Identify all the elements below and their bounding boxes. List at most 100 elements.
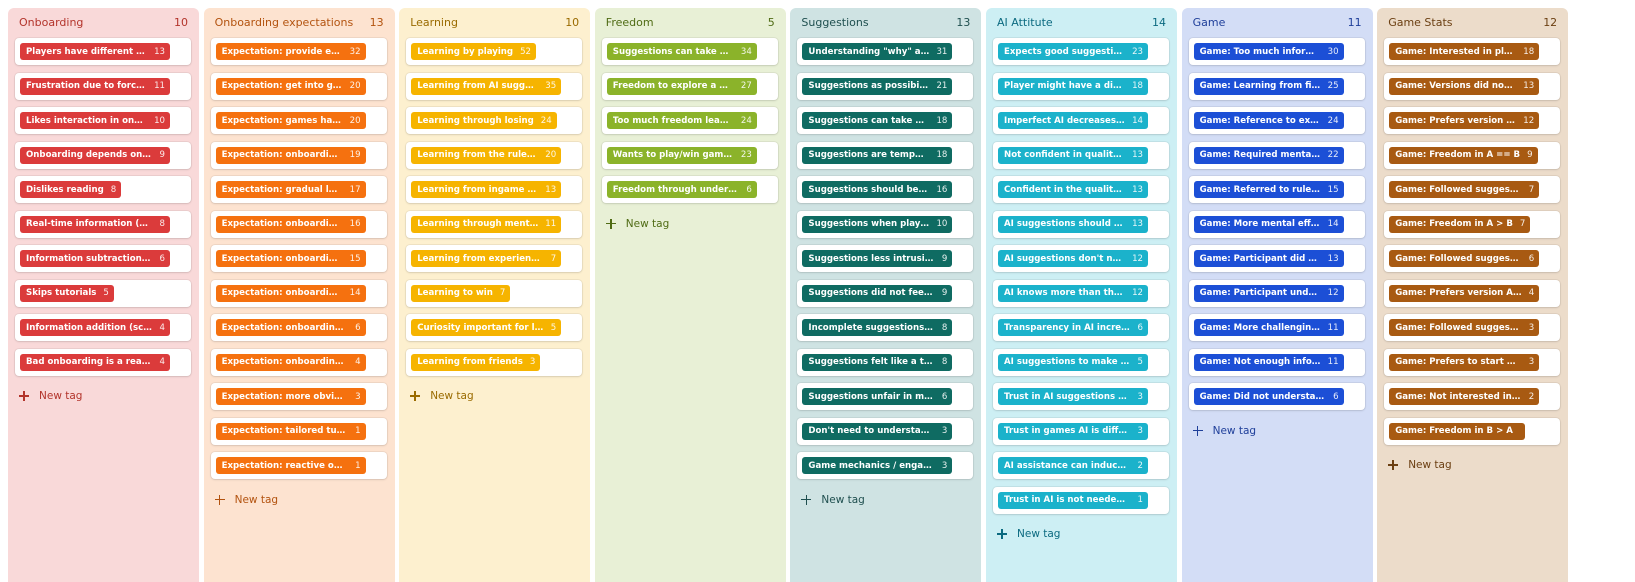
tag-pill[interactable]: Curiosity important for learning 5 (411, 319, 562, 336)
tag-card[interactable]: Trust in AI is not needed in onb... 1 (993, 486, 1169, 514)
new-tag-button[interactable]: New tag (801, 492, 865, 508)
tag-card[interactable]: Game: More mental effort wit... 14 (1188, 210, 1365, 238)
tag-card[interactable]: Game: Not interested in playing... 2 (1384, 383, 1561, 410)
tag-card[interactable]: Expectation: more obvious sugg... 3 (210, 383, 387, 410)
column-title[interactable]: Game (1193, 16, 1226, 29)
tag-pill[interactable]: Game mechanics / engagement ... 3 (802, 457, 953, 474)
tag-pill[interactable]: Game: Prefers version B > A 12 (1389, 112, 1540, 129)
tag-pill[interactable]: AI knows more than the player 12 (998, 284, 1148, 302)
tag-card[interactable]: Learning to win 7 (406, 279, 583, 307)
tag-card[interactable]: Learning from AI suggestions 35 (406, 72, 583, 100)
tag-card[interactable]: Suggestions less intrusive than f... 9 (797, 245, 974, 272)
tag-card[interactable]: Confident in the quality of AI s... 13 (993, 176, 1169, 203)
tag-pill[interactable]: Player might have a different s... 18 (998, 77, 1148, 95)
tag-card[interactable]: Suggestions can take away cur... 18 (797, 107, 974, 134)
tag-pill[interactable]: Transparency in AI increases trust 6 (998, 319, 1148, 336)
tag-pill[interactable]: Suggestions are temporary su... 18 (802, 146, 953, 164)
tag-card[interactable]: Suggestions when player is stuck 10 (797, 210, 974, 238)
tag-pill[interactable]: Trust in AI is not needed in onb... 1 (998, 491, 1148, 509)
new-tag-button[interactable]: New tag (605, 216, 669, 232)
tag-pill[interactable]: Learning from experience with ... 7 (411, 250, 562, 267)
tag-pill[interactable]: Bad onboarding is a reason to q... 4 (20, 353, 170, 371)
tag-card[interactable]: Real-time information (advisor) 8 (15, 210, 191, 238)
column-title[interactable]: Onboarding expectations (215, 16, 354, 29)
tag-card[interactable]: Likes interaction in onboarding 10 (15, 107, 191, 134)
tag-pill[interactable]: Likes interaction in onboarding 10 (20, 112, 170, 129)
tag-card[interactable]: Expectation: reactive onboardin... 1 (210, 452, 387, 479)
column-title[interactable]: Suggestions (801, 16, 868, 29)
tag-pill[interactable]: Incomplete suggestions trigger ... 8 (802, 319, 953, 336)
tag-card[interactable]: AI suggestions to make onboar... 5 (993, 348, 1169, 376)
tag-pill[interactable]: Information addition (scaffoldin... 4 (20, 319, 170, 336)
new-tag-button[interactable]: New tag (997, 526, 1060, 542)
tag-pill[interactable]: Game: Prefers version A > B 4 (1389, 284, 1540, 302)
tag-pill[interactable]: Game: Followed suggestions ne... 3 (1389, 319, 1540, 336)
tag-pill[interactable]: Game: Freedom in A > B 7 (1389, 215, 1531, 233)
tag-pill[interactable]: Game: Reference to existing g... 24 (1193, 112, 1344, 129)
tag-pill[interactable]: Expectation: more obvious sugg... 3 (215, 388, 366, 405)
tag-pill[interactable]: Suggestions less intrusive than f... 9 (802, 250, 953, 267)
tag-pill[interactable]: Expectation: onboarding provid... 4 (215, 353, 366, 371)
tag-pill[interactable]: Freedom through understandin... 6 (606, 181, 757, 198)
tag-card[interactable]: Learning from friends 3 (406, 348, 583, 376)
tag-card[interactable]: Dislikes reading 8 (15, 176, 191, 203)
tag-pill[interactable]: Onboarding depends on game c... 9 (20, 146, 170, 164)
new-tag-button[interactable]: New tag (410, 388, 474, 404)
tag-card[interactable]: Learning by playing 52 (406, 38, 583, 65)
tag-card[interactable]: Suggestions should be voluntary 16 (797, 176, 974, 203)
tag-card[interactable]: Expectation: games have tutori... 20 (210, 107, 387, 134)
tag-pill[interactable]: Game: Too much information 30 (1193, 43, 1344, 60)
tag-pill[interactable]: Too much freedom leaves play... 24 (606, 112, 757, 129)
tag-pill[interactable]: Expectation: onboarding does... 15 (215, 250, 366, 267)
tag-pill[interactable]: Wants to play/win games by o... 23 (606, 146, 757, 164)
tag-card[interactable]: Game: Interested in playing ag... 18 (1384, 38, 1561, 65)
tag-pill[interactable]: Expectation: tailored tutorials / ... 1 (215, 422, 366, 440)
tag-card[interactable]: Game: Reference to existing g... 24 (1188, 107, 1365, 134)
tag-card[interactable]: Game: Learning from first game 25 (1188, 72, 1365, 100)
tag-pill[interactable]: Game: Not enough informatio... 11 (1193, 353, 1344, 371)
tag-pill[interactable]: Understanding "why" a sugges... 31 (802, 43, 953, 60)
new-tag-button[interactable]: New tag (19, 388, 82, 404)
tag-card[interactable]: Skips tutorials 5 (15, 279, 191, 307)
tag-pill[interactable]: Expectation: provide enough i... 32 (215, 43, 366, 60)
column-title[interactable]: Onboarding (19, 16, 83, 29)
tag-card[interactable]: Game: More challenging witho... 11 (1188, 314, 1365, 341)
tag-card[interactable]: Too much freedom leaves play... 24 (601, 107, 778, 134)
tag-card[interactable]: Information subtraction (trainin... 6 (15, 245, 191, 272)
tag-pill[interactable]: Learning from friends 3 (411, 353, 541, 371)
tag-pill[interactable]: Learning from AI suggestions 35 (411, 77, 562, 95)
tag-card[interactable]: Not confident in quality of AI s... 13 (993, 141, 1169, 169)
tag-pill[interactable]: Expectation: onboarding should... 6 (215, 319, 366, 336)
tag-pill[interactable]: Suggestions unfair in multiplay... 6 (802, 388, 953, 405)
tag-pill[interactable]: Not confident in quality of AI s... 13 (998, 146, 1148, 164)
tag-pill[interactable]: Suggestions felt like a tutorial 8 (802, 353, 953, 371)
tag-card[interactable]: Trust in games AI is different th... 3 (993, 417, 1169, 445)
tag-pill[interactable]: Dislikes reading 8 (20, 181, 122, 198)
tag-pill[interactable]: Game: Participant understood ... 12 (1193, 284, 1344, 302)
tag-card[interactable]: Game: Required mental effort 22 (1188, 141, 1365, 169)
tag-card[interactable]: Suggestions did not feel like a t... 9 (797, 279, 974, 307)
tag-pill[interactable]: Suggestions should be voluntary 16 (802, 181, 953, 198)
tag-pill[interactable]: Game: More mental effort wit... 14 (1193, 215, 1344, 233)
tag-card[interactable]: Game: Followed suggestions so... 7 (1384, 176, 1561, 203)
tag-card[interactable]: Information addition (scaffoldin... 4 (15, 314, 191, 341)
tag-pill[interactable]: Learning from the rulebook / ... 20 (411, 146, 562, 164)
tag-pill[interactable]: Game: Followed suggestions so... 7 (1389, 181, 1540, 198)
tag-pill[interactable]: Game: More challenging witho... 11 (1193, 319, 1344, 336)
tag-pill[interactable]: Confident in the quality of AI s... 13 (998, 181, 1148, 198)
tag-card[interactable]: Expectation: provide enough i... 32 (210, 38, 387, 65)
tag-card[interactable]: Transparency in AI increases trust 6 (993, 314, 1169, 341)
tag-card[interactable]: Expectation: get into gamepla... 20 (210, 72, 387, 100)
tag-card[interactable]: Suggestions unfair in multiplay... 6 (797, 383, 974, 410)
tag-pill[interactable]: AI suggestions should show m... 13 (998, 215, 1148, 233)
tag-card[interactable]: AI knows more than the player 12 (993, 279, 1169, 307)
column-title[interactable]: Game Stats (1388, 16, 1452, 29)
tag-pill[interactable]: Suggestions can take away fre... 34 (606, 43, 757, 60)
tag-pill[interactable]: Game: Did not understand / not... 6 (1193, 388, 1344, 405)
tag-card[interactable]: Learning from experience with ... 7 (406, 245, 583, 272)
tag-card[interactable]: Freedom to explore a game 27 (601, 72, 778, 100)
tag-pill[interactable]: Game: Referred to rulebook du... 15 (1193, 181, 1344, 198)
tag-card[interactable]: Suggestions felt like a tutorial 8 (797, 348, 974, 376)
column-title[interactable]: Learning (410, 16, 458, 29)
tag-card[interactable]: Game: Not enough informatio... 11 (1188, 348, 1365, 376)
